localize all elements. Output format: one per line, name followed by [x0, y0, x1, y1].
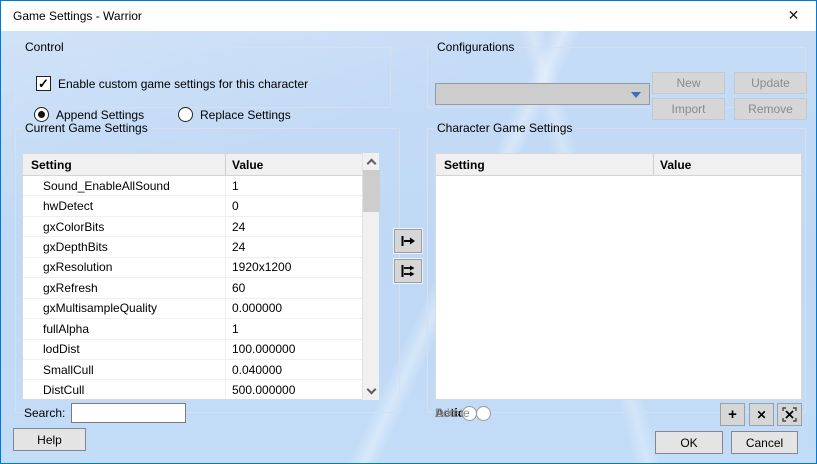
delete-x-icon: ✕ [756, 408, 766, 422]
setting-name: gxResolution [23, 258, 225, 277]
new-button[interactable]: New [652, 72, 725, 94]
control-group-label: Control [21, 40, 68, 54]
setting-value: 24 [225, 237, 362, 256]
setting-value: 500.000000 [225, 380, 362, 399]
configurations-dropdown[interactable] [435, 83, 650, 105]
remove-button[interactable]: Remove [734, 98, 807, 120]
move-all-right-icon [400, 264, 416, 278]
setting-value: 1920x1200 [225, 258, 362, 277]
delete-all-settings-button[interactable] [777, 403, 802, 426]
delete-setting-button[interactable]: ✕ [749, 403, 774, 426]
add-setting-button[interactable]: + [720, 403, 745, 426]
plus-icon: + [728, 406, 737, 423]
action-delete-radio[interactable]: Delete [435, 406, 491, 421]
table-header: Setting Value [436, 154, 801, 176]
move-all-right-button[interactable] [394, 259, 422, 283]
configurations-group: Configurations New Update Import Remove [427, 40, 806, 108]
setting-value: 0.040000 [225, 360, 362, 379]
replace-settings-radio[interactable]: Replace Settings [178, 107, 291, 122]
setting-value: 24 [225, 217, 362, 236]
import-button[interactable]: Import [652, 98, 725, 120]
configurations-group-label: Configurations [433, 40, 518, 54]
current-game-settings-label: Current Game Settings [21, 121, 152, 135]
table-row[interactable]: fullAlpha1 [23, 319, 362, 339]
cancel-button[interactable]: Cancel [731, 431, 798, 454]
search-input[interactable] [71, 403, 186, 423]
setting-value: 100.000000 [225, 340, 362, 359]
table-row[interactable]: gxMultisampleQuality0.000000 [23, 299, 362, 319]
character-settings-rows [436, 176, 801, 399]
setting-name: SmallCull [23, 360, 225, 379]
title-bar: Game Settings - Warrior ✕ [1, 1, 816, 31]
table-row[interactable]: hwDetect0 [23, 196, 362, 216]
scroll-down-icon[interactable] [363, 383, 380, 400]
table-row[interactable]: lodDist100.000000 [23, 340, 362, 360]
vertical-scrollbar[interactable] [362, 153, 379, 400]
enable-custom-settings-label: Enable custom game settings for this cha… [58, 77, 308, 91]
delete-all-icon [782, 407, 797, 422]
column-header-value[interactable]: Value [653, 154, 801, 175]
setting-value: 0 [225, 196, 362, 215]
move-one-right-icon [400, 235, 416, 247]
table-header: Setting Value [23, 154, 362, 176]
radio-circle [34, 107, 49, 122]
search-label: Search: [24, 406, 65, 420]
enable-custom-settings-row: ✓ Enable custom game settings for this c… [36, 76, 308, 91]
current-settings-table: Setting Value Sound_EnableAllSound1hwDet… [22, 153, 362, 400]
table-row[interactable]: Sound_EnableAllSound1 [23, 176, 362, 196]
table-row[interactable]: SmallCull0.040000 [23, 360, 362, 380]
character-game-settings-label: Character Game Settings [433, 121, 576, 135]
radio-circle [178, 107, 193, 122]
close-icon[interactable]: ✕ [771, 1, 816, 30]
setting-name: hwDetect [23, 196, 225, 215]
current-settings-rows: Sound_EnableAllSound1hwDetect0gxColorBit… [23, 176, 362, 399]
dialog-content: Control ✓ Enable custom game settings fo… [1, 31, 816, 463]
action-delete-label: Delete [435, 406, 470, 420]
setting-name: DistCull [23, 380, 225, 399]
search-row: Search: [24, 403, 186, 423]
setting-value: 1 [225, 176, 362, 195]
character-settings-table: Setting Value [435, 153, 802, 400]
help-button[interactable]: Help [13, 428, 86, 451]
table-row[interactable]: DistCull500.000000 [23, 380, 362, 399]
scroll-up-icon[interactable] [363, 153, 380, 170]
setting-value: 60 [225, 278, 362, 297]
table-row[interactable]: gxDepthBits24 [23, 237, 362, 257]
dialog-window: Game Settings - Warrior ✕ Control ✓ Enab… [0, 0, 817, 464]
column-header-setting[interactable]: Setting [436, 154, 653, 175]
column-header-value[interactable]: Value [225, 154, 362, 175]
character-game-settings-group: Character Game Settings Setting Value Ac… [427, 121, 806, 413]
setting-name: gxMultisampleQuality [23, 299, 225, 318]
window-title: Game Settings - Warrior [13, 9, 142, 23]
setting-name: gxColorBits [23, 217, 225, 236]
setting-value: 1 [225, 319, 362, 338]
enable-custom-settings-checkbox[interactable]: ✓ [36, 76, 51, 91]
table-row[interactable]: gxColorBits24 [23, 217, 362, 237]
setting-name: gxRefresh [23, 278, 225, 297]
setting-name: lodDist [23, 340, 225, 359]
replace-settings-label: Replace Settings [200, 108, 291, 122]
setting-value: 0.000000 [225, 299, 362, 318]
ok-button[interactable]: OK [655, 431, 723, 454]
table-row[interactable]: gxRefresh60 [23, 278, 362, 298]
radio-dot-selected [38, 111, 45, 118]
scrollbar-thumb[interactable] [363, 170, 380, 212]
control-group: Control ✓ Enable custom game settings fo… [15, 40, 391, 108]
move-selected-right-button[interactable] [394, 229, 422, 253]
setting-name: gxDepthBits [23, 237, 225, 256]
setting-name: fullAlpha [23, 319, 225, 338]
append-settings-radio[interactable]: Append Settings [34, 107, 144, 122]
current-game-settings-group: Current Game Settings Setting Value Soun… [15, 121, 400, 413]
chevron-down-icon [631, 92, 641, 98]
action-row: Action: Add Delete [435, 405, 486, 421]
table-row[interactable]: gxResolution1920x1200 [23, 258, 362, 278]
radio-circle [476, 406, 491, 421]
setting-name: Sound_EnableAllSound [23, 176, 225, 195]
update-button[interactable]: Update [734, 72, 807, 94]
column-header-setting[interactable]: Setting [23, 154, 225, 175]
current-settings-table-wrap: Setting Value Sound_EnableAllSound1hwDet… [22, 153, 379, 400]
append-settings-label: Append Settings [56, 108, 144, 122]
